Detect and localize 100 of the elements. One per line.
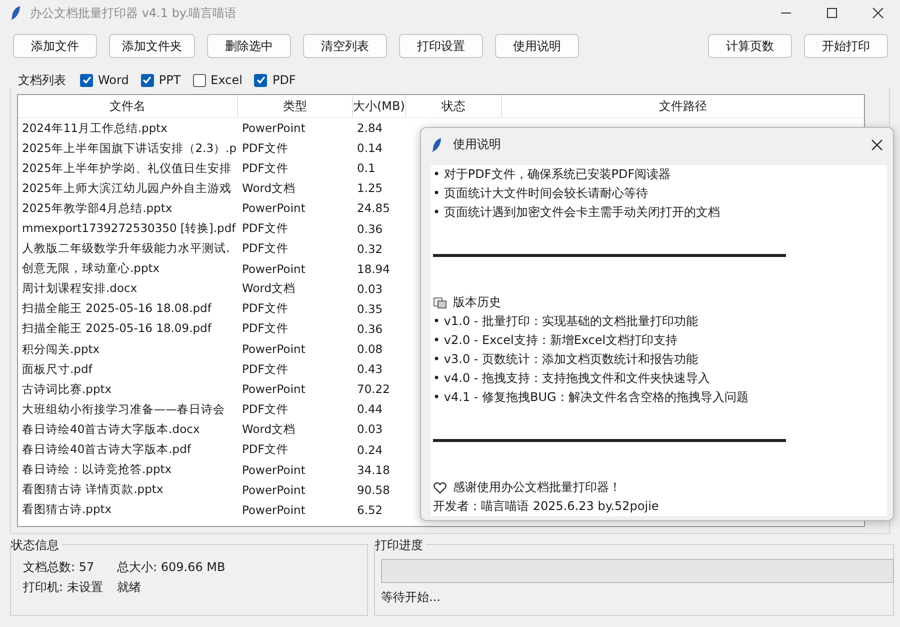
table-cell-text: 看图猜古诗 详情页款.pptx [21,482,164,498]
column-header[interactable]: 文件路径 [502,95,864,117]
table-cell-text: 1.25 [356,181,383,196]
checkbox-label: Excel [210,73,242,87]
table-cell-text: 0.03 [356,422,383,436]
table-cell-text: 0.32 [356,242,383,256]
checkbox-label: Word [98,73,129,87]
total-size: 总大小: 609.66 MB [117,558,226,576]
toolbar-button[interactable]: 打印设置 [399,34,483,58]
table-cell-text: 创意无限，球动童心.pptx [21,261,161,276]
column-header[interactable]: 文件名 [18,95,238,117]
table-cell-text: PowerPoint [241,262,306,276]
table-cell-text: 0.03 [356,282,383,296]
toolbar-button[interactable]: 添加文件 [13,34,97,58]
table-cell-text: Word文档 [241,281,297,296]
table-cell-text: 2025年上师大滨江幼儿园户外自主游戏 [21,180,232,196]
history-item: • v2.0 - Excel支持：新增Excel文档打印支持 [433,332,678,349]
table-cell-text: 90.58 [356,482,390,497]
table-cell-text: PDF文件 [241,301,290,316]
table-cell-text: 2024年11月工作总结.pptx [21,120,168,136]
table-cell-text: 2025年教学部4月总结.pptx [21,200,174,216]
column-header[interactable]: 状态 [406,95,502,117]
table-cell-text: PowerPoint [241,462,306,477]
table-cell-text: 0.36 [356,222,383,236]
table-cell-text: 0.08 [356,342,383,356]
table-cell-text: 0.35 [356,302,383,316]
toolbar-button[interactable]: 删除选中 [207,34,291,58]
table-cell-text: 扫描全能王 2025-05-16 18.08.pdf [21,301,213,316]
feather-icon [431,136,443,152]
table-cell-text: PDF文件 [241,321,290,336]
table-cell-text: 2025年上半年护学岗、礼仪值日生安排 [21,160,232,176]
table-cell-text: 2.84 [356,121,383,136]
table-cell-text: PDF文件 [241,160,290,176]
table-cell-text: 春日诗绘：以诗竞抢答.pptx [21,462,173,478]
progress-status: 等待开始... [381,589,442,606]
table-cell-text: 70.22 [356,382,390,396]
table-cell-text: 0.44 [356,402,383,416]
table-cell-text: PowerPoint [241,342,306,356]
table-cell-text: 0.24 [356,442,383,457]
group-label: 文档列表 [18,72,66,88]
checkbox[interactable] [140,74,154,86]
tip-text: • 对于PDF文件，确保系统已安装PDF阅读器 [433,166,671,183]
ready-status: 就绪 [117,578,141,596]
table-cell-text: mmexport1739272530350 [转换].pdf [21,221,237,236]
table-cell-text: 人教版二年级数学升年级能力水平测试. [21,241,231,256]
table-cell-text: 2025年上半年国旗下讲话安排（2.3）.p [21,140,238,156]
table-cell-text: 6.52 [356,502,383,517]
table-cell-text: 春日诗绘40首古诗大字版本.docx [21,422,201,437]
table-cell-text: 春日诗绘40首古诗大字版本.pdf [21,442,192,458]
table-cell-text: PowerPoint [241,502,306,517]
history-item: • v3.0 - 页数统计：添加文档页数统计和报告功能 [433,351,698,368]
panel-title: 打印进度 [375,537,426,554]
table-cell-text: PowerPoint [241,482,306,497]
table-cell-text: 大班组幼小衔接学习准备——春日诗会 [21,402,226,417]
panel-title: 状态信息 [11,537,62,554]
table-cell-text: Word文档 [241,422,297,437]
history-item: • v1.0 - 批量打印：实现基础的文档批量打印功能 [433,313,698,330]
table-cell-text: 18.94 [356,262,390,276]
tip-text: • 页面统计大文件时间会较长请耐心等待 [433,185,648,202]
column-header[interactable]: 大小(MB) [353,95,406,117]
table-cell-text: PDF文件 [241,442,290,458]
close-icon[interactable] [872,7,884,19]
table-cell-text: 积分闯关.pptx [21,342,101,357]
table-cell-text: 周计划课程安排.docx [21,281,138,296]
checkbox[interactable] [80,74,93,86]
table-cell-text: 古诗词比赛.pptx [21,382,113,397]
section-title: 版本历史 [453,294,501,311]
window-title: 办公文档批量打印器 v4.1 by.喵言喵语 [30,4,237,22]
history-item: • v4.0 - 拖拽支持：支持拖拽文件和文件夹快速导入 [433,370,710,387]
table-cell-text: 34.18 [356,462,390,477]
checkbox-label: PPT [158,73,181,87]
history-item: • v4.1 - 修复拖拽BUG：解决文件名含空格的拖拽导入问题 [433,389,748,406]
table-cell-text: 0.36 [356,322,383,336]
table-cell-text: PDF文件 [241,402,290,417]
printer-status: 打印机: 未设置 [23,578,104,596]
table-cell-text: Word文档 [241,180,297,196]
maximize-icon[interactable] [826,7,838,19]
toolbar-button[interactable]: 计算页数 [708,34,792,58]
tip-text: • 页面统计遇到加密文件会卡主需手动关闭打开的文档 [433,204,720,221]
developer-text: 开发者：喵言喵语 2025.6.23 by.52pojie [433,498,659,515]
table-cell-text: PDF文件 [241,362,290,377]
toolbar-button[interactable]: 清空列表 [303,34,387,58]
table-cell-text: PDF文件 [241,140,290,156]
table-cell-text: PowerPoint [241,121,306,136]
checkbox-label: PDF [272,73,296,87]
thanks-text: 感谢使用办公文档批量打印器！ [453,479,621,496]
table-cell-text: 0.43 [356,362,383,376]
toolbar-button[interactable]: 使用说明 [495,34,579,58]
table-cell-text: 0.1 [356,161,376,176]
checkbox[interactable] [254,74,268,86]
feather-icon [10,5,22,21]
toolbar-button[interactable]: 开始打印 [804,34,888,58]
table-cell-text: PowerPoint [241,201,306,216]
doc-count: 文档总数: 57 [23,558,96,576]
column-header[interactable]: 类型 [238,95,353,117]
checkbox[interactable] [192,74,206,86]
toolbar-button[interactable]: 添加文件夹 [109,34,195,58]
table-cell-text: 看图猜古诗.pptx [21,502,113,518]
table-cell-text: 0.14 [356,141,383,156]
close-icon[interactable] [871,138,883,150]
